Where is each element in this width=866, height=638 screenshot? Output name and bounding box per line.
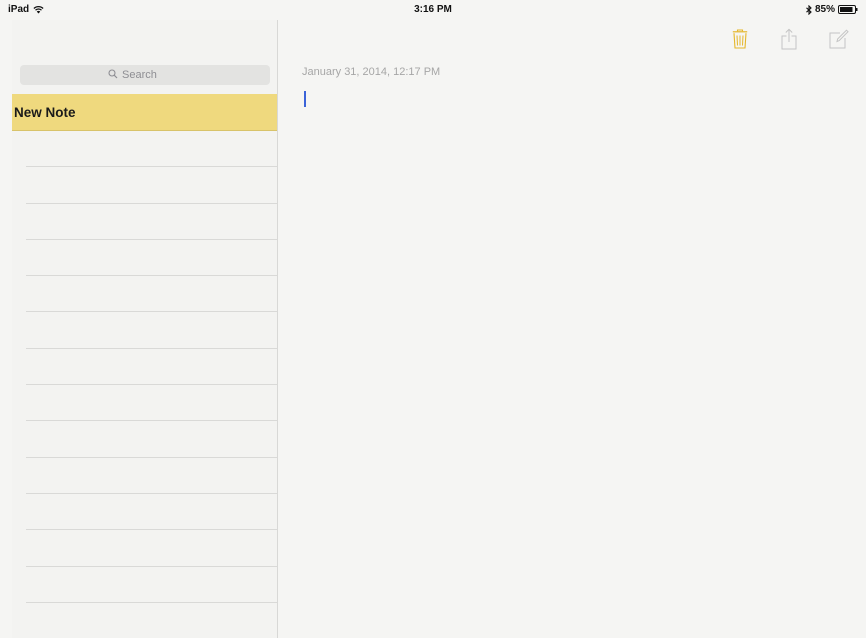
ruled-line [26, 312, 277, 349]
compose-icon [829, 28, 849, 54]
share-icon [781, 28, 797, 55]
delete-note-button[interactable] [730, 28, 750, 54]
ruled-line [26, 494, 277, 531]
note-list: New Note [12, 94, 277, 638]
bluetooth-icon [806, 4, 812, 15]
notes-sidebar: New Note [12, 20, 278, 638]
note-body-editor[interactable] [300, 88, 850, 618]
ruled-line [26, 458, 277, 494]
ruled-line [26, 131, 277, 168]
ruled-line [26, 167, 277, 204]
search-input[interactable] [122, 69, 182, 81]
ruled-line [26, 421, 277, 458]
text-cursor [304, 91, 306, 107]
trash-icon [732, 28, 748, 54]
status-right: 85% [806, 4, 858, 15]
ruled-line [26, 530, 277, 567]
status-bar: iPad 3:16 PM 85% [0, 0, 866, 20]
search-icon [108, 68, 118, 82]
share-button[interactable] [779, 28, 799, 55]
note-date: January 31, 2014, 12:17 PM [302, 66, 441, 78]
ruled-line [26, 385, 277, 422]
notes-app-screen: iPad 3:16 PM 85% Search New Note January… [0, 0, 866, 638]
status-time: 3:16 PM [414, 4, 452, 15]
ruled-line [26, 204, 277, 240]
ruled-line [26, 567, 277, 603]
ruled-line [26, 349, 277, 386]
note-list-item-selected[interactable]: New Note [12, 94, 277, 131]
ruled-line [26, 240, 277, 277]
battery-icon [838, 5, 858, 14]
ruled-line [26, 603, 277, 638]
search-bar[interactable] [20, 65, 270, 85]
battery-percent: 85% [814, 4, 835, 15]
note-title: New Note [14, 104, 76, 120]
ruled-line [26, 276, 277, 313]
compose-button[interactable] [829, 28, 849, 54]
